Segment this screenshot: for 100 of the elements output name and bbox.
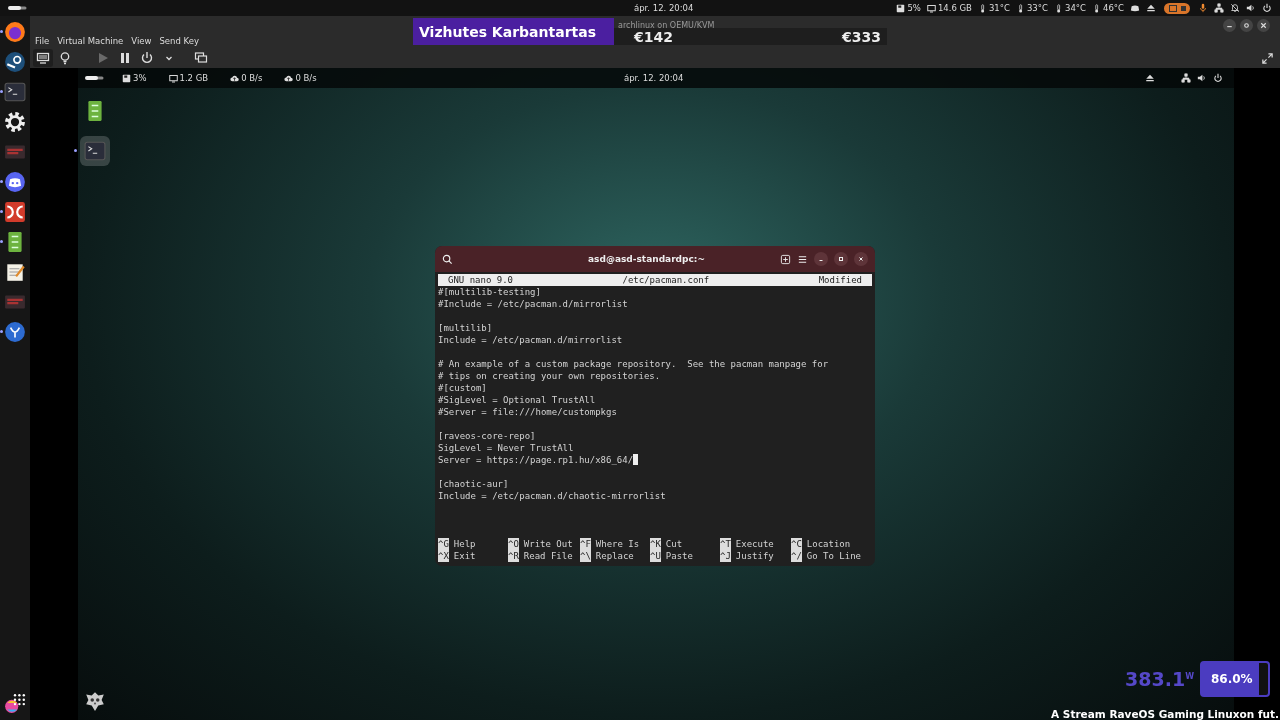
volume-icon[interactable] xyxy=(1197,73,1207,83)
shortcut-key: ^K xyxy=(650,538,661,550)
eject-icon[interactable] xyxy=(1146,3,1156,13)
shortcut-key: ^G xyxy=(438,538,449,550)
close-button[interactable] xyxy=(1257,18,1270,32)
shortcut-label: Help xyxy=(453,538,476,550)
amount: €142 xyxy=(634,28,673,45)
stat-value: 33°C xyxy=(1026,3,1048,13)
file-status: Modified xyxy=(818,274,862,286)
power-icon[interactable] xyxy=(1213,73,1223,83)
shortcut-label: Write Out xyxy=(523,538,573,550)
maximize-button[interactable] xyxy=(834,252,848,266)
maximize-icon xyxy=(837,255,845,263)
clock[interactable]: ápr. 12. 20:04 xyxy=(634,3,694,13)
code-line: #[custom] xyxy=(438,382,487,394)
shortcut-key: ^O xyxy=(508,538,519,550)
battery-percent: 86.0% xyxy=(1210,672,1253,686)
overlay-title: Vizhutes Karbantartas xyxy=(413,18,614,45)
screens-icon xyxy=(194,51,208,65)
shortcut-label: Exit xyxy=(453,550,476,562)
monitor-icon xyxy=(168,73,178,83)
menu-item[interactable]: View xyxy=(131,36,152,46)
bell-off-icon[interactable] xyxy=(1230,3,1240,13)
power-icon[interactable] xyxy=(1262,3,1272,13)
monitor-icon xyxy=(926,3,936,13)
shortcut-key: ^R xyxy=(508,550,519,562)
menu-icon[interactable] xyxy=(797,253,808,265)
window-title: archlinux on QEMU/KVM xyxy=(618,20,715,30)
amount: €333 xyxy=(842,28,881,45)
shortcut-label: Execute xyxy=(735,538,774,550)
fork-app-icon[interactable] xyxy=(4,321,26,343)
play-icon xyxy=(96,51,110,65)
globe-app-icon[interactable] xyxy=(4,21,26,43)
cloud-upload-icon xyxy=(230,73,240,83)
stat-value: 5% xyxy=(907,3,921,13)
stat-value: 0 B/s xyxy=(241,73,263,83)
shortcut-label: Where Is xyxy=(595,538,640,550)
app-grid-icon[interactable] xyxy=(4,692,26,714)
shortcut-label: Replace xyxy=(595,550,634,562)
shortcut-label: Location xyxy=(806,538,851,550)
stat-value: 14.6 GB xyxy=(937,3,972,13)
close-icon xyxy=(857,255,865,263)
eject-icon[interactable] xyxy=(1145,73,1155,83)
owl-logo-icon[interactable] xyxy=(84,690,106,712)
code-line: [raveos-core-repo] xyxy=(438,430,536,442)
volume-icon[interactable] xyxy=(1246,3,1256,13)
code-line: [chaotic-aur] xyxy=(438,478,509,490)
file-name: /etc/pacman.conf xyxy=(622,274,710,286)
circle-icon xyxy=(1242,20,1251,30)
settings-icon[interactable] xyxy=(4,111,26,133)
search-icon[interactable] xyxy=(442,253,453,265)
network-icon[interactable] xyxy=(1181,73,1191,83)
shortcut-key: ^C xyxy=(791,538,802,550)
bulb-icon xyxy=(58,51,72,65)
terminal-icon[interactable] xyxy=(4,81,26,103)
menu-item[interactable]: Send Key xyxy=(159,36,199,46)
menu-item[interactable]: File xyxy=(35,36,50,46)
notepad-icon[interactable] xyxy=(4,261,26,283)
shortcut-key: ^T xyxy=(720,538,731,550)
monitor-icon xyxy=(36,51,50,65)
shortcut-key: ^U xyxy=(650,550,661,562)
code-line: Server = https://page.rp1.hu/x86_64/ xyxy=(438,454,634,466)
shortcut-key: ^J xyxy=(720,550,731,562)
code-line: #Server = file:///home/custompkgs xyxy=(438,406,617,418)
code-line: #[multilib-testing] xyxy=(438,286,541,298)
close-icon xyxy=(1259,20,1268,30)
network-icon[interactable] xyxy=(1214,3,1224,13)
window-title: asd@asd-standardpc:~ xyxy=(587,254,706,264)
shortcut-label: Paste xyxy=(665,550,693,562)
thermometer-icon xyxy=(1092,3,1101,13)
pause-icon xyxy=(118,51,132,65)
stat-value: 46°C xyxy=(1103,3,1124,13)
minimize-button[interactable] xyxy=(1223,18,1236,32)
fullscreen-icon[interactable] xyxy=(1261,51,1274,65)
shortcut-label: Cut xyxy=(665,538,683,550)
monitor-button[interactable] xyxy=(33,49,53,67)
close-button[interactable] xyxy=(854,252,868,266)
code-line: # An example of a custom package repository. See the pacman manpage for xyxy=(438,358,829,370)
maximize-button[interactable] xyxy=(1240,18,1253,32)
shortcut-label: Go To Line xyxy=(806,550,862,562)
stat-value: 0 B/s xyxy=(295,73,317,83)
running-indicator xyxy=(74,149,77,152)
clock[interactable]: ápr. 12. 20:04 xyxy=(624,73,684,83)
new-tab-icon[interactable] xyxy=(780,253,791,265)
shortcut-label: Read File xyxy=(523,550,573,562)
editor-version: GNU nano 9.0 xyxy=(448,274,514,286)
menu-item[interactable]: Virtual Machine xyxy=(57,36,124,46)
round-app-icon[interactable] xyxy=(4,51,26,73)
shortcut-key: ^\ xyxy=(580,550,591,562)
code-line: [multilib] xyxy=(438,322,493,334)
shortcut-label: Justify xyxy=(735,550,774,562)
code-line: #Include = /etc/pacman.d/mirrorlist xyxy=(438,298,628,310)
arcs-app-icon[interactable] xyxy=(4,201,26,223)
shortcut-key: ^F xyxy=(580,538,591,550)
code-line: # tips on creating your own repositories. xyxy=(438,370,661,382)
code-line: Include = /etc/pacman.d/mirrorlist xyxy=(438,334,623,346)
stat-value: 34°C xyxy=(1064,3,1086,13)
shortcut-key: ^X xyxy=(438,550,449,562)
stream-caption: A Stream RaveOS Gaming Linuxon fut. xyxy=(1051,708,1279,720)
screen-recording-indicator[interactable] xyxy=(1164,2,1190,14)
